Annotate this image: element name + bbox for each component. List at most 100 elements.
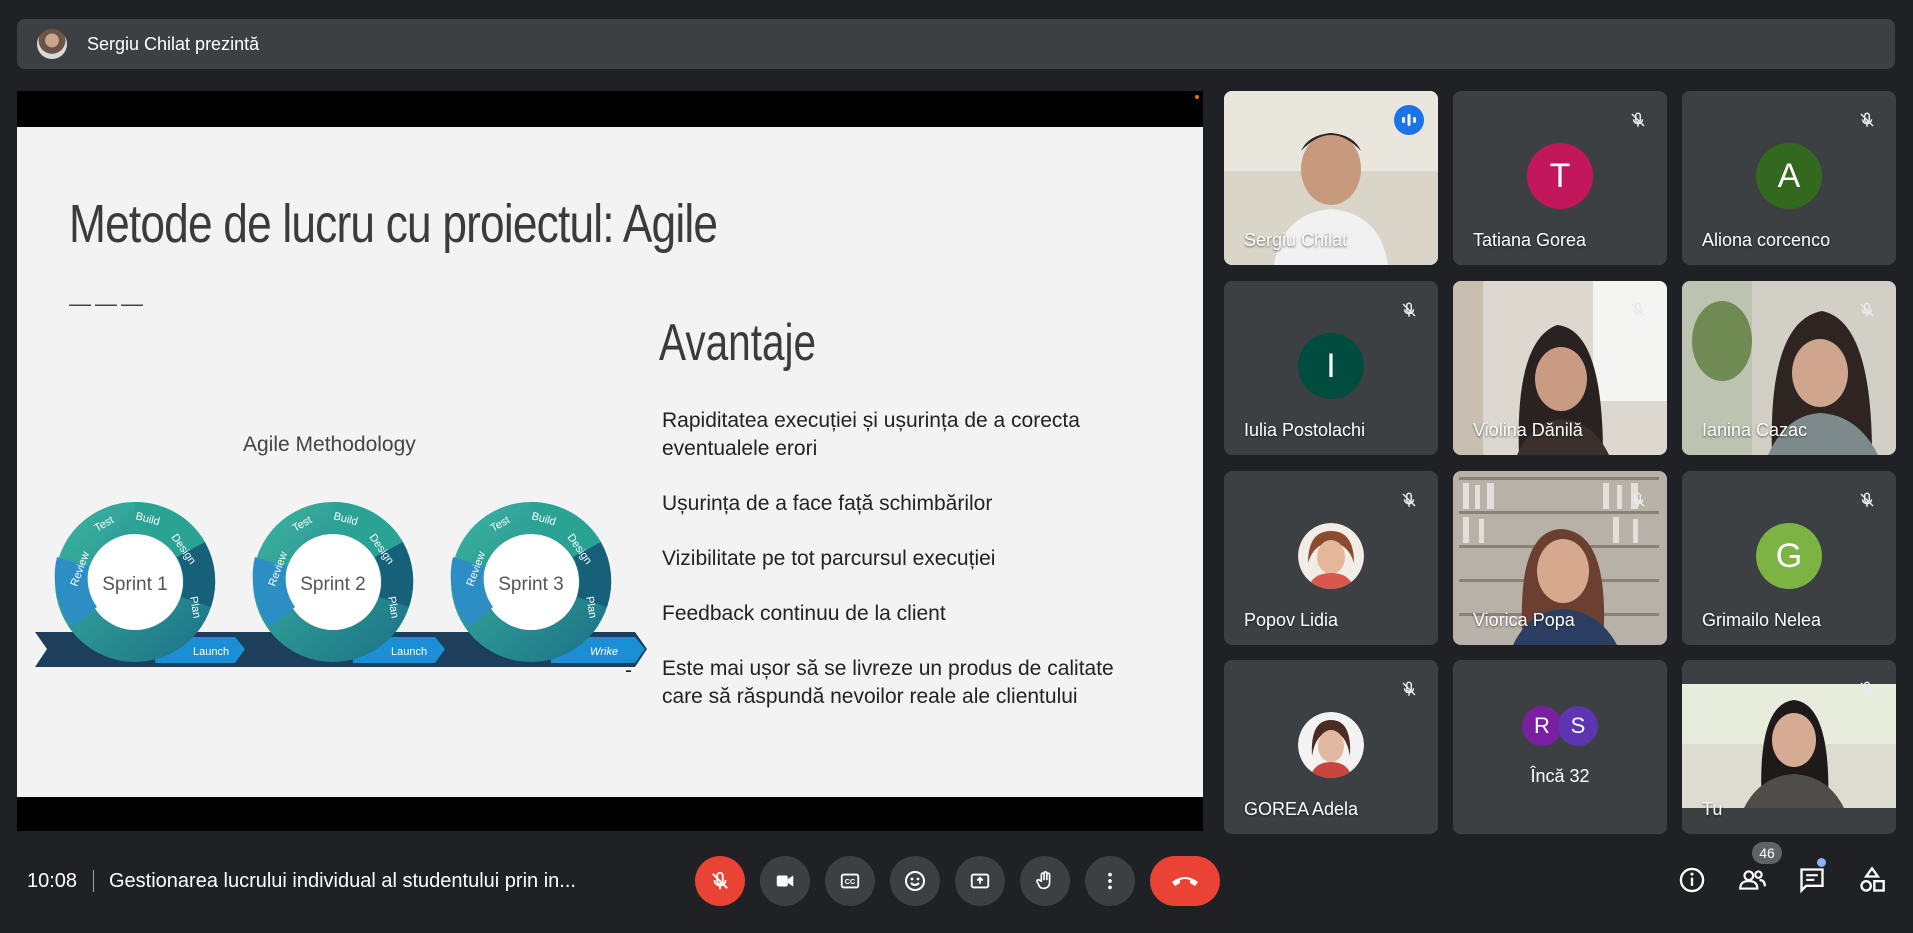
more-participants-tile[interactable]: R S Încă 32 xyxy=(1453,660,1667,834)
mic-off-icon xyxy=(1627,299,1649,321)
stray-dash: - xyxy=(625,659,632,682)
participant-tile-violina-danila[interactable]: Violina Dănilă xyxy=(1453,281,1667,455)
participant-name: Viorica Popa xyxy=(1473,610,1575,630)
advantage-item: Ușurința de a face față schimbărilor xyxy=(662,492,993,515)
slide-subtitle: Avantaje xyxy=(659,314,817,372)
microphone-toggle-button[interactable] xyxy=(695,856,745,906)
slide-title-underline: ——— xyxy=(69,291,147,316)
mic-off-icon xyxy=(1398,299,1420,321)
sprint-2-label: Sprint 2 xyxy=(300,574,365,595)
raise-hand-button[interactable] xyxy=(1020,856,1070,906)
captions-icon: CC xyxy=(840,873,860,889)
participant-tile-viorica-popa[interactable]: Viorica Popa xyxy=(1453,471,1667,645)
participant-name: Ianina Cazac xyxy=(1702,420,1808,440)
participant-name: Tatiana Gorea xyxy=(1473,230,1587,250)
participant-tile-grimailo-nelea[interactable]: G Grimailo Nelea xyxy=(1682,471,1896,645)
leave-call-button[interactable] xyxy=(1150,856,1220,906)
participant-avatar: A xyxy=(1756,143,1822,209)
mic-off-icon xyxy=(1856,109,1878,131)
participant-name: Tu xyxy=(1702,799,1723,819)
participant-avatar: I xyxy=(1298,333,1364,399)
participant-photo-avatar xyxy=(1298,523,1364,589)
advantage-item: Rapiditatea execuției și ușurința de a c… xyxy=(662,409,1080,460)
participant-tile-aliona-corcenco[interactable]: A Aliona corcenco xyxy=(1682,91,1896,265)
participant-tile-iulia-postolachi[interactable]: I Iulia Postolachi xyxy=(1224,281,1438,455)
mic-off-icon xyxy=(1627,109,1649,131)
participant-tile-popov-lidia[interactable]: Popov Lidia xyxy=(1224,471,1438,645)
mic-off-icon xyxy=(1856,489,1878,511)
agile-diagram-title: Agile Methodology xyxy=(243,433,416,456)
wrike-logo-text: Wrike xyxy=(590,646,618,658)
sprint-1-label: Sprint 1 xyxy=(102,574,167,595)
more-options-button[interactable] xyxy=(1085,856,1135,906)
participant-tile-gorea-adela[interactable]: GOREA Adela xyxy=(1224,660,1438,834)
presenting-text: Sergiu Chilat prezintă xyxy=(87,33,260,54)
participant-video xyxy=(1682,684,1896,808)
camera-toggle-button[interactable] xyxy=(760,856,810,906)
hang-up-icon xyxy=(1172,877,1198,886)
participant-count-badge: 46 xyxy=(1752,842,1782,864)
advantage-item: Feedback continuu de la client xyxy=(662,602,946,625)
presenter-avatar xyxy=(37,29,67,59)
present-screen-button[interactable] xyxy=(955,856,1005,906)
activities-button[interactable] xyxy=(1854,862,1890,898)
participant-tile-self[interactable]: Tu xyxy=(1682,660,1896,834)
people-icon xyxy=(1739,870,1766,890)
speaking-indicator-icon xyxy=(1394,105,1424,135)
info-icon xyxy=(1679,867,1705,893)
participant-tile-tatiana-gorea[interactable]: T Tatiana Gorea xyxy=(1453,91,1667,265)
sprint-3-label: Sprint 3 xyxy=(498,574,563,595)
participant-name: Aliona corcenco xyxy=(1702,230,1831,250)
mic-off-icon xyxy=(1856,678,1878,700)
participant-name: Violina Dănilă xyxy=(1473,420,1583,440)
more-participants-avatars: R S xyxy=(1453,706,1667,746)
participant-avatar: G xyxy=(1756,523,1822,589)
participant-photo-avatar xyxy=(1298,712,1364,778)
participant-avatar: S xyxy=(1558,706,1598,746)
more-participants-label: Încă 32 xyxy=(1530,766,1590,786)
slide: Metode de lucru cu proiectul: Agile ——— … xyxy=(17,127,1203,797)
slide-title: Metode de lucru cu proiectul: Agile xyxy=(69,194,718,254)
participant-tile-ianina-cazac[interactable]: Ianina Cazac xyxy=(1682,281,1896,455)
emoji-reactions-button[interactable] xyxy=(890,856,940,906)
launch-label-2: Launch xyxy=(391,646,427,658)
presenting-banner: Sergiu Chilat prezintă xyxy=(17,19,1895,69)
mic-off-icon xyxy=(1856,299,1878,321)
advantage-item: Este mai ușor să se livreze un produs de… xyxy=(662,657,1114,708)
bottom-control-bar: 10:08 Gestionarea lucrului individual al… xyxy=(0,848,1913,914)
participant-tile-sergiu-chilat[interactable]: Sergiu Chilat xyxy=(1224,91,1438,265)
meeting-title: Gestionarea lucrului individual al stude… xyxy=(109,870,576,892)
participant-name: Popov Lidia xyxy=(1244,610,1339,630)
mic-off-icon xyxy=(1398,678,1420,700)
participant-name: Iulia Postolachi xyxy=(1244,420,1366,440)
emoji-icon xyxy=(905,871,925,891)
svg-text:CC: CC xyxy=(845,877,856,886)
chat-icon xyxy=(1800,868,1824,894)
chat-notification-dot xyxy=(1817,858,1826,867)
meeting-clock: 10:08 xyxy=(27,870,78,892)
participant-avatar: T xyxy=(1527,143,1593,209)
advantages-list: Rapiditatea execuției și ușurința de a c… xyxy=(662,407,1132,738)
launch-label-1: Launch xyxy=(193,646,229,658)
divider xyxy=(93,870,94,892)
people-button[interactable] xyxy=(1734,862,1770,898)
participant-name: Grimailo Nelea xyxy=(1702,610,1822,630)
participant-name: GOREA Adela xyxy=(1244,799,1359,819)
shared-screen[interactable]: Metode de lucru cu proiectul: Agile ——— … xyxy=(17,91,1203,831)
participant-avatar: R xyxy=(1522,706,1562,746)
chat-button[interactable] xyxy=(1794,862,1830,898)
more-vert-icon xyxy=(1108,872,1112,890)
present-icon xyxy=(970,873,990,889)
captions-button[interactable]: CC xyxy=(825,856,875,906)
activities-icon xyxy=(1860,866,1885,892)
raise-hand-icon xyxy=(1036,871,1051,890)
participant-name: Sergiu Chilat xyxy=(1244,230,1348,250)
mic-off-icon xyxy=(712,871,728,890)
camera-icon xyxy=(776,875,794,887)
mic-off-icon xyxy=(1398,489,1420,511)
recording-dot xyxy=(1195,95,1199,99)
meeting-details-button[interactable] xyxy=(1674,862,1710,898)
agile-methodology-diagram: Sprint 1 Review Test Build Design Plan S… xyxy=(35,501,647,667)
advantage-item: Vizibilitate pe tot parcursul execuției xyxy=(662,547,996,570)
mic-off-icon xyxy=(1627,489,1649,511)
